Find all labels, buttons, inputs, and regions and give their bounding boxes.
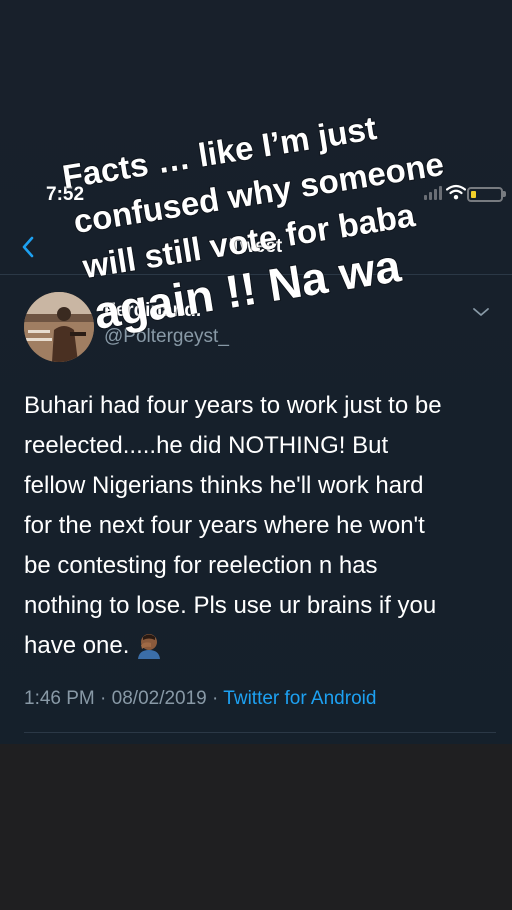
tweet-text-line: fellow Nigerians thinks he'll work hard [24,472,424,499]
avatar-image [24,292,94,362]
tweet-text-line: be contesting for reelection n has [24,552,378,579]
tweet-text-line: for the next four years where he won't [24,512,425,539]
tweet-text-line: Buhari had four years to work just to be [24,392,442,419]
facepalm-emoji-icon [135,631,163,659]
tweet-text-line: nothing to lose. Pls use ur brains if yo… [24,592,437,619]
avatar[interactable] [24,292,94,362]
tweet-meta: 1:46 PM · 08/02/2019 · Twitter for Andro… [24,688,376,710]
battery-tip [503,191,506,197]
meta-divider [24,732,496,733]
meta-separator: · [100,688,107,709]
chevron-down-icon [473,308,489,316]
meta-separator: · [212,688,219,709]
tweet-options-button[interactable] [470,304,492,320]
tweet-time: 1:46 PM [24,688,95,709]
tweet-text-line: have one. [24,632,130,659]
empty-area [0,744,512,910]
tweet-text-line-last: have one. [24,626,494,666]
tweet-text: Buhari had four years to work just to be… [24,386,494,666]
tweet-date: 08/02/2019 [111,688,207,709]
story-caption: Facts … like I’m just confused why someo… [40,108,480,340]
caption-svg: Facts … like I’m just confused why someo… [59,108,447,340]
tweet-text-line: reelected.....he did NOTHING! But [24,432,389,459]
tweet-source-link[interactable]: Twitter for Android [223,688,376,709]
tweet-screen: 7:52 Tweet Ferdinand. @Poltergeyst_ Buha… [0,0,512,744]
